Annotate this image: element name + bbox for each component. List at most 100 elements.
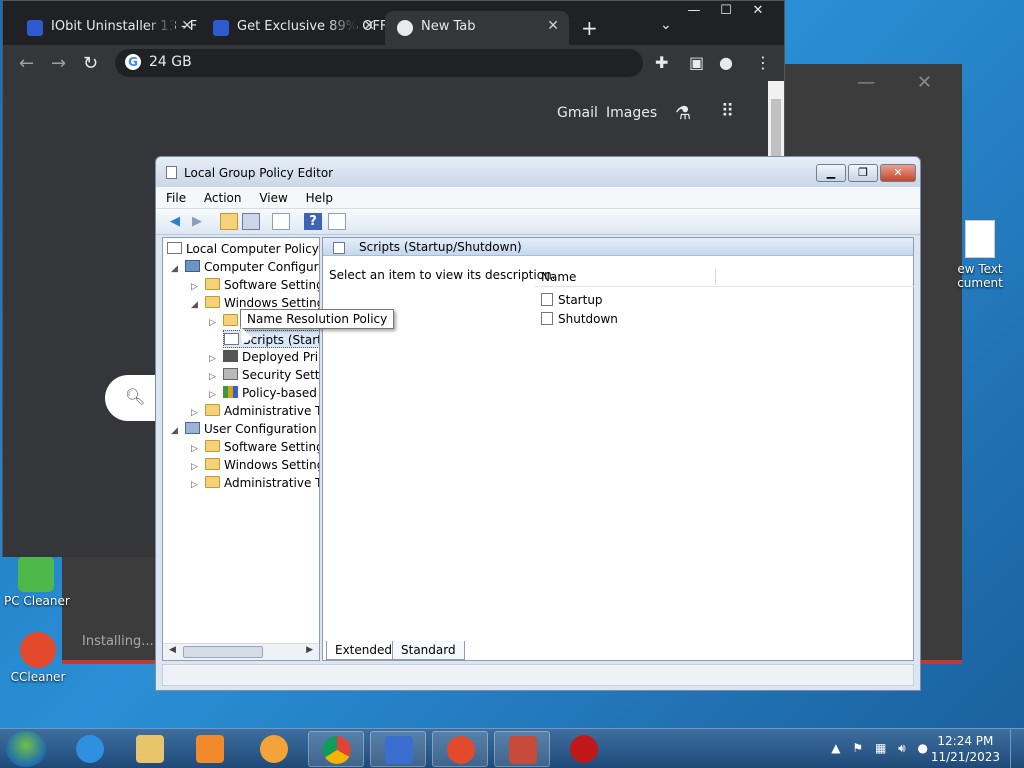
images-link[interactable]: Images (606, 105, 657, 121)
tree-item-user-windows-settings[interactable]: ▷ Windows Setting (191, 456, 319, 474)
clock[interactable]: 12:24 PM 11/21/2023 (931, 733, 1000, 765)
tooltip: Name Resolution Policy (240, 309, 395, 329)
chrome-tab-offer[interactable]: Get Exclusive 89% OFF ✕ (201, 11, 385, 45)
tree-item-user-software-settings[interactable]: ▷ Software Settings (191, 438, 319, 456)
extensions-icon[interactable]: ✚ (655, 53, 668, 72)
taskbar-app-red[interactable] (556, 731, 612, 767)
taskbar-ie[interactable] (62, 731, 118, 767)
gmail-link[interactable]: Gmail (557, 105, 598, 121)
close-icon[interactable]: ✕ (742, 3, 774, 18)
policy-document-icon (166, 166, 177, 179)
profile-avatar-icon[interactable]: ● (719, 53, 733, 72)
forward-arrow-icon[interactable]: → (51, 53, 66, 74)
start-button[interactable] (6, 731, 46, 767)
address-bar[interactable]: G 24 GB (115, 49, 643, 77)
close-tab-icon[interactable]: ✕ (363, 18, 375, 34)
volume-icon[interactable]: 🔊︎ (898, 741, 906, 755)
network-icon[interactable]: ▦ (875, 741, 886, 755)
taskbar-chrome[interactable] (308, 731, 364, 767)
taskbar-ccleaner[interactable] (432, 731, 488, 767)
chrome-window-controls: — ☐ ✕ (678, 3, 774, 18)
help-icon[interactable]: ? (304, 213, 322, 230)
forward-icon[interactable]: ▶ (188, 213, 206, 230)
minimize-icon[interactable]: — (678, 3, 710, 18)
show-desktop-button[interactable] (1010, 729, 1024, 768)
internet-explorer-icon (76, 735, 104, 763)
console-tree[interactable]: Local Computer Policy ◢ Computer Configur… (162, 237, 320, 661)
scroll-thumb[interactable] (771, 99, 781, 159)
chrome-tabstrip: IObit Uninstaller 13 - F ✕ Get Exclusive… (3, 1, 784, 45)
action-center-icon[interactable]: ⚑ (852, 741, 863, 755)
tree-item-user-configuration[interactable]: ◢ User Configuration (171, 420, 317, 438)
taskbar-iobit[interactable] (370, 731, 426, 767)
tree-item-computer-configuration[interactable]: ◢ Computer Configura (171, 258, 319, 278)
gpe-toolbar: ◀ ▶ ? (156, 209, 920, 235)
maximize-icon[interactable]: ☐ (710, 3, 742, 18)
menu-view[interactable]: View (259, 187, 287, 209)
new-tab-icon[interactable]: + (581, 16, 598, 40)
printer-icon (223, 350, 238, 362)
menu-action[interactable]: Action (204, 187, 242, 209)
apps-grid-icon[interactable]: ⠿ (721, 101, 734, 122)
desktop-icon-new-text-document[interactable]: ew Text cument (950, 220, 1010, 290)
side-panel-icon[interactable]: ▣ (689, 53, 704, 72)
up-folder-icon[interactable] (220, 213, 238, 230)
list-item-startup[interactable]: Startup (541, 293, 603, 307)
menu-file[interactable]: File (166, 187, 186, 209)
collapsed-arrow-icon[interactable]: ▷ (209, 314, 223, 332)
tab-fade (327, 11, 357, 45)
installer-window-buttons[interactable]: — ✕ (857, 72, 950, 93)
properties-icon[interactable] (328, 213, 346, 230)
taskbar-group-policy[interactable] (494, 731, 550, 767)
tree-horizontal-scrollbar[interactable]: ◀ ▶ (163, 643, 319, 660)
labs-flask-icon[interactable]: ⚗ (675, 103, 691, 124)
tree-item-software-settings[interactable]: ▷ Software Settings (191, 276, 319, 294)
minimize-button[interactable]: ▁ (816, 164, 846, 182)
back-arrow-icon[interactable]: ← (19, 53, 34, 74)
tree-item-policy-based-qos[interactable]: ▷ Policy-based (209, 384, 317, 402)
tree-item-deployed-printers[interactable]: ▷ Deployed Prir (209, 348, 319, 366)
expanded-arrow-icon[interactable]: ◢ (171, 260, 185, 278)
menu-help[interactable]: Help (306, 187, 333, 209)
gpe-menubar: File Action View Help (156, 187, 920, 209)
details-pane: Scripts (Startup/Shutdown) Select an ite… (322, 237, 915, 661)
tab-search-chevron-icon[interactable]: ⌄ (660, 17, 672, 33)
desktop-icon-ccleaner[interactable]: CCleaner (6, 632, 70, 684)
chrome-tab-iobit[interactable]: IObit Uninstaller 13 - F ✕ (15, 11, 203, 45)
tree-item-local-computer-policy[interactable]: Local Computer Policy (167, 240, 319, 258)
status-bar (162, 664, 914, 686)
tray-arrow-icon[interactable]: ▲ (831, 741, 840, 755)
close-tab-icon[interactable]: ✕ (547, 18, 559, 34)
list-column-header[interactable]: Name (535, 267, 915, 287)
folder-icon (205, 476, 220, 488)
maximize-button[interactable]: ❐ (848, 164, 878, 182)
collapsed-arrow-icon[interactable]: ▷ (191, 476, 205, 494)
expanded-arrow-icon[interactable]: ◢ (171, 422, 185, 440)
taskbar-app-orange[interactable] (246, 731, 302, 767)
tree-item-administrative-templates[interactable]: ▷ Administrative Te (191, 402, 319, 420)
close-button[interactable]: ✕ (880, 164, 916, 182)
chrome-menu-icon[interactable]: ⋮ (755, 53, 771, 72)
chrome-tab-new-tab[interactable]: New Tab ✕ (385, 11, 569, 45)
back-icon[interactable]: ◀ (166, 213, 184, 230)
tray-app-icon[interactable]: ● (918, 741, 928, 755)
taskbar-explorer[interactable] (122, 731, 178, 767)
list-item-shutdown[interactable]: Shutdown (541, 312, 618, 326)
gpe-title: Local Group Policy Editor (184, 166, 334, 180)
tab-standard[interactable]: Standard (392, 641, 465, 660)
folder-icon (205, 278, 220, 290)
scroll-left-icon[interactable]: ◀ (169, 645, 176, 655)
desktop-icon-pc-cleaner[interactable]: PC Cleaner (4, 556, 70, 608)
close-tab-icon[interactable]: ✕ (181, 18, 193, 34)
export-list-icon[interactable] (272, 213, 290, 230)
tree-item-security-settings[interactable]: ▷ Security Settir (209, 366, 319, 384)
scroll-right-icon[interactable]: ▶ (306, 645, 313, 655)
tree-item-user-administrative-templates[interactable]: ▷ Administrative Te (191, 474, 319, 494)
tab-extended[interactable]: Extended (326, 641, 401, 660)
taskbar-media-player[interactable] (182, 731, 238, 767)
column-divider[interactable] (715, 269, 716, 285)
expanded-arrow-icon[interactable]: ◢ (191, 296, 205, 314)
show-hide-tree-icon[interactable] (242, 213, 260, 230)
reload-icon[interactable]: ↻ (83, 53, 98, 74)
scroll-thumb[interactable] (183, 646, 263, 658)
